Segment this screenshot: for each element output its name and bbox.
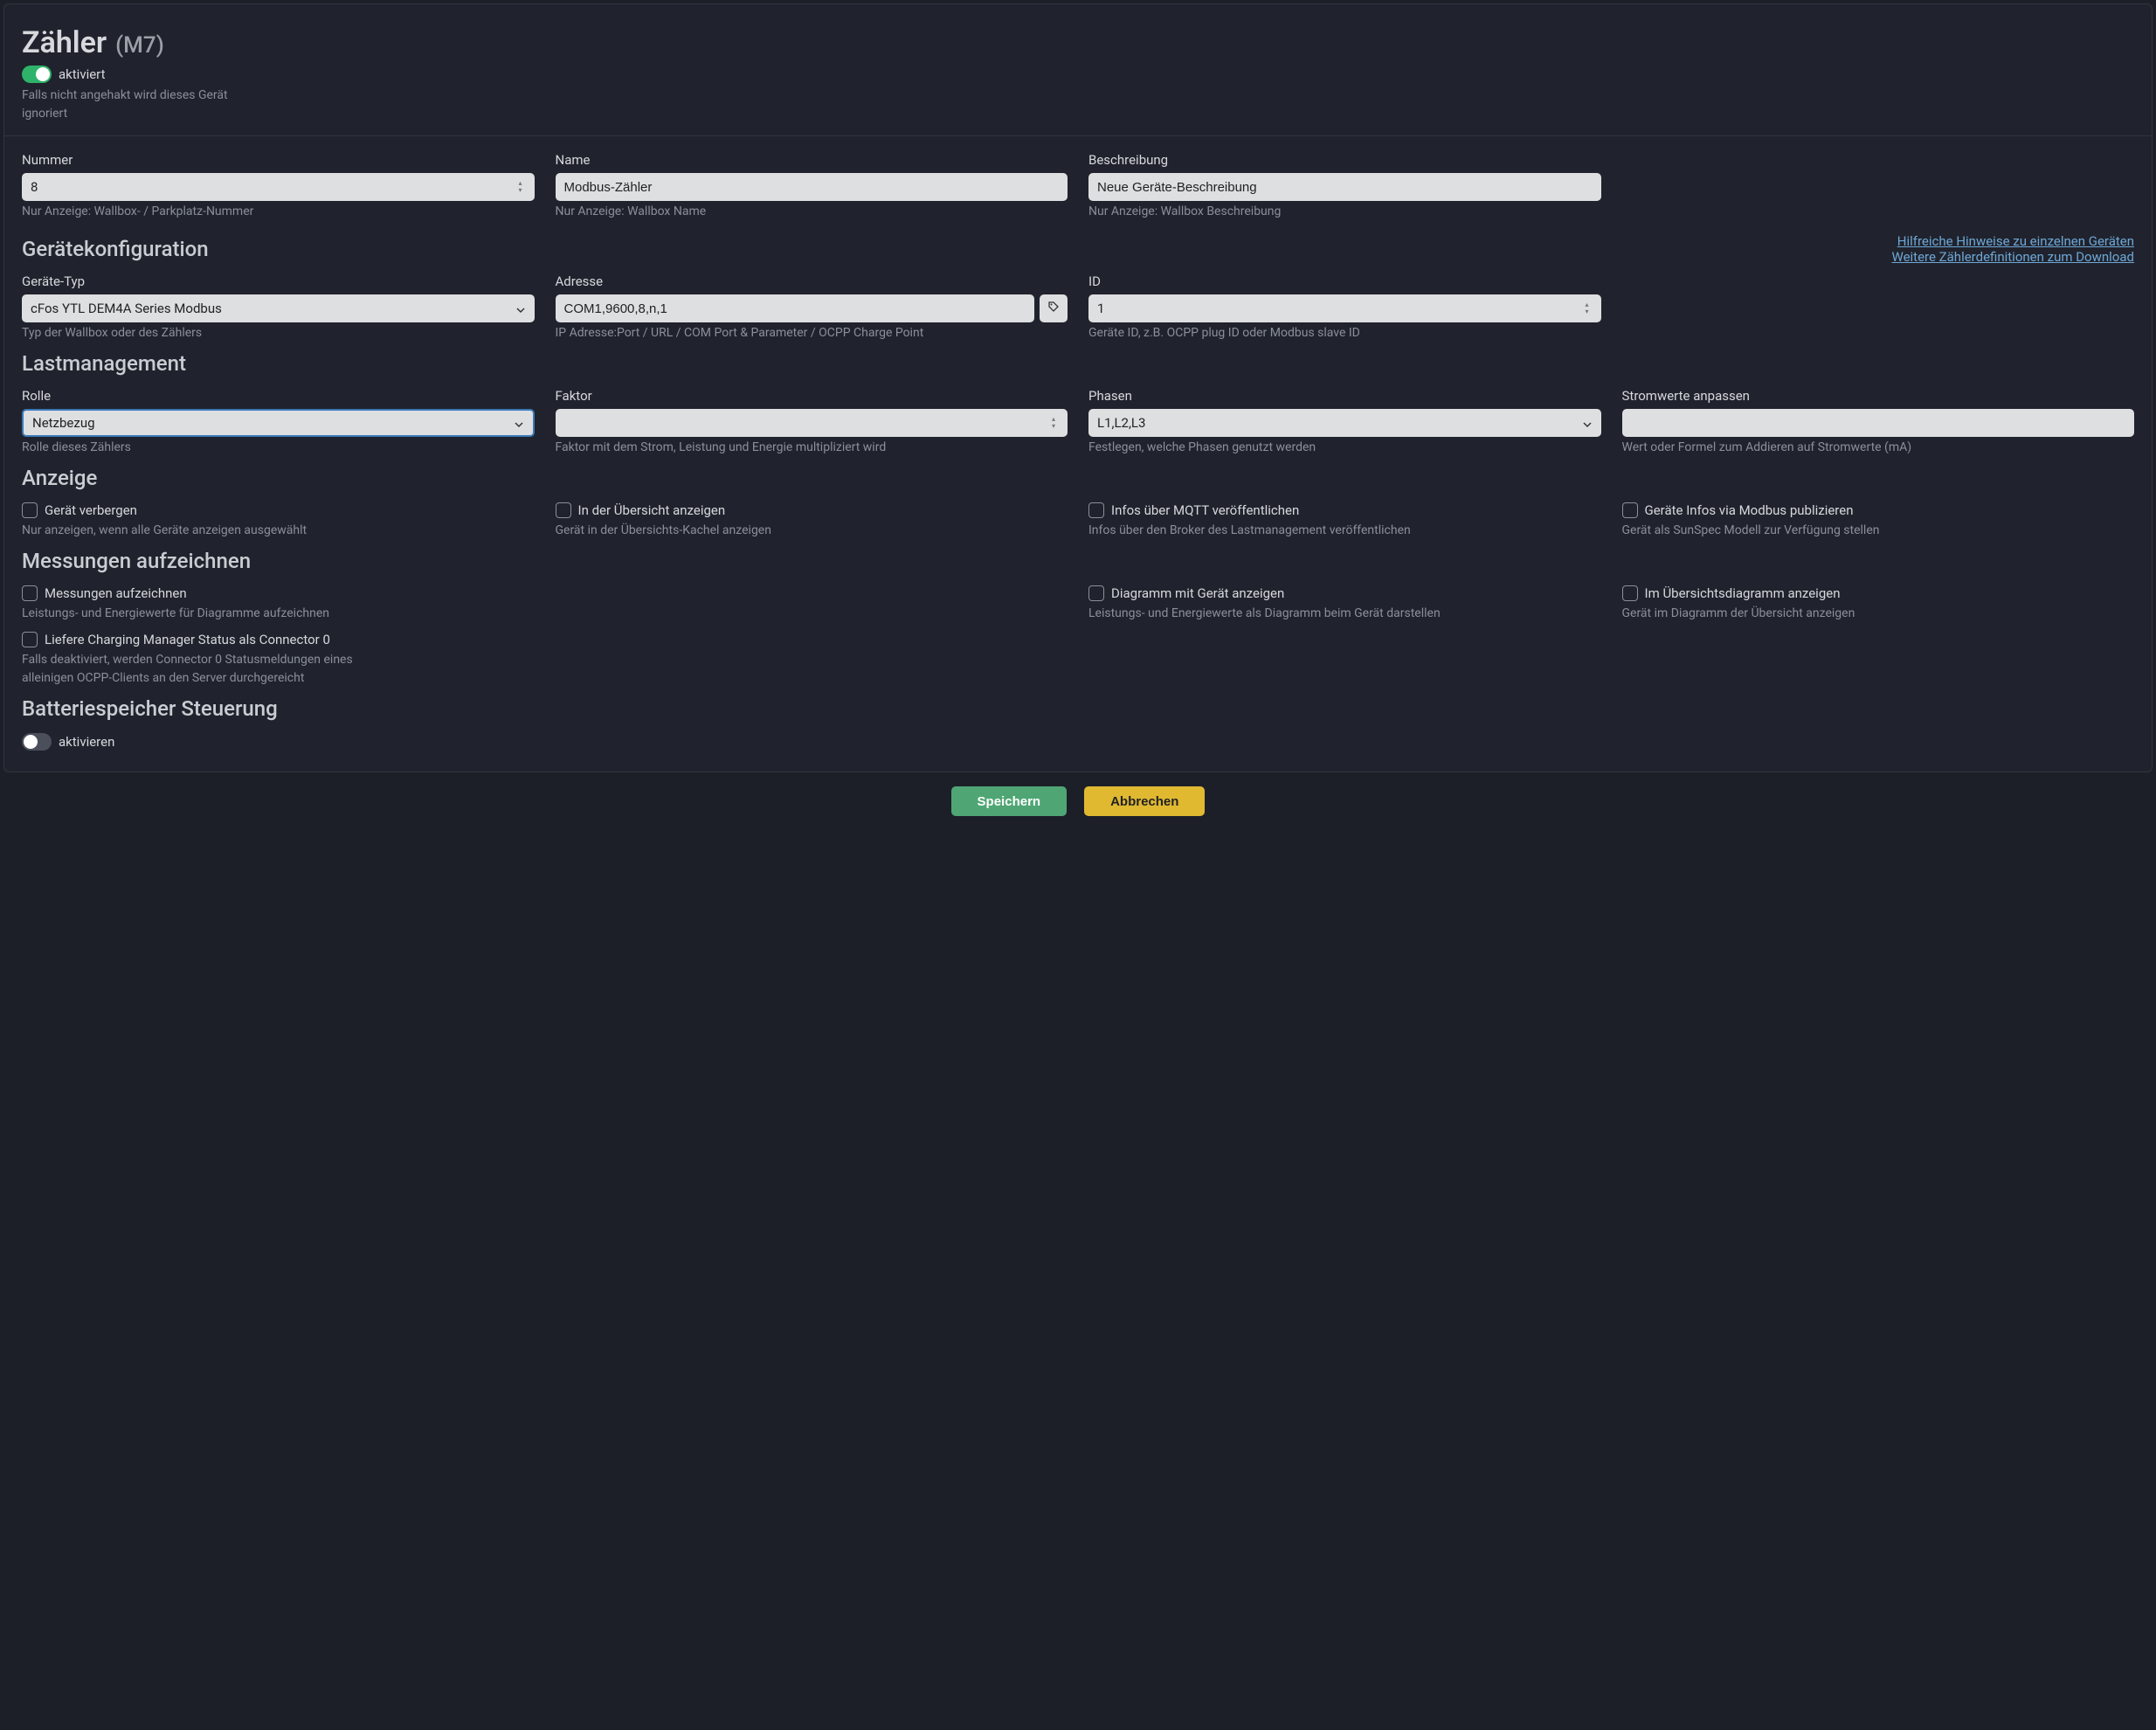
strom-help: Wert oder Formel zum Addieren auf Stromw… [1622, 439, 2135, 457]
mqtt-publish-label: Infos über MQTT veröffentlichen [1111, 502, 1299, 518]
panel-title-row: Zähler (M7) [22, 25, 2134, 60]
name-label: Name [556, 152, 1068, 168]
connector0-checkbox[interactable] [22, 632, 38, 647]
name-help: Nur Anzeige: Wallbox Name [556, 203, 1068, 221]
footer-actions: Speichern Abbrechen [0, 776, 2156, 834]
enabled-label: aktiviert [59, 66, 106, 82]
record-measurements-checkbox[interactable] [22, 585, 38, 601]
modbus-publish-checkbox[interactable] [1622, 502, 1638, 518]
phasen-select[interactable]: L1,L2,L3 [1088, 409, 1601, 437]
battery-enable-label: aktivieren [59, 734, 114, 750]
faktor-label: Faktor [556, 388, 1068, 404]
rolle-select[interactable]: Netzbezug [22, 409, 535, 437]
hide-device-checkbox[interactable] [22, 502, 38, 518]
phasen-help: Festlegen, welche Phasen genutzt werden [1088, 439, 1601, 457]
enabled-help: Falls nicht angehakt wird dieses Gerät i… [22, 86, 249, 123]
id-label: ID [1088, 273, 1601, 289]
adresse-input[interactable] [556, 294, 1035, 322]
beschreibung-input[interactable] [1088, 173, 1601, 201]
stepper-icon[interactable]: ▴▾ [1586, 301, 1594, 316]
battery-enable-toggle[interactable] [22, 733, 52, 751]
id-input[interactable]: 1 ▴▾ [1088, 294, 1601, 322]
beschreibung-label: Beschreibung [1088, 152, 1601, 168]
mqtt-publish-help: Infos über den Broker des Lastmanagement… [1088, 522, 1601, 540]
typ-help: Typ der Wallbox oder des Zählers [22, 324, 535, 343]
hide-device-label: Gerät verbergen [45, 502, 137, 518]
modbus-publish-help: Gerät als SunSpec Modell zur Verfügung s… [1622, 522, 2135, 540]
connector0-label: Liefere Charging Manager Status als Conn… [45, 632, 330, 647]
divider [4, 135, 2152, 136]
rolle-label: Rolle [22, 388, 535, 404]
faktor-input[interactable]: ▴▾ [556, 409, 1068, 437]
modbus-publish-label: Geräte Infos via Modbus publizieren [1645, 502, 1854, 518]
beschreibung-help: Nur Anzeige: Wallbox Beschreibung [1088, 203, 1601, 221]
show-diagram-help: Leistungs- und Energiewerte als Diagramm… [1088, 605, 1601, 623]
strom-label: Stromwerte anpassen [1622, 388, 2135, 404]
name-input[interactable] [556, 173, 1068, 201]
show-overview-diagram-help: Gerät im Diagramm der Übersicht anzeigen [1622, 605, 2135, 623]
show-overview-help: Gerät in der Übersichts-Kachel anzeigen [556, 522, 1068, 540]
chevron-down-icon [514, 418, 524, 428]
save-button[interactable]: Speichern [951, 786, 1068, 816]
chevron-down-icon [515, 303, 526, 314]
device-settings-panel: Zähler (M7) aktiviert Falls nicht angeha… [3, 3, 2153, 772]
nummer-help: Nur Anzeige: Wallbox- / Parkplatz-Nummer [22, 203, 535, 221]
strom-input[interactable] [1622, 409, 2135, 437]
adresse-help: IP Adresse:Port / URL / COM Port & Param… [556, 324, 1068, 343]
adresse-scan-button[interactable] [1040, 294, 1068, 322]
panel-subtitle: (M7) [115, 32, 164, 59]
show-overview-diagram-checkbox[interactable] [1622, 585, 1638, 601]
tag-icon [1047, 301, 1060, 316]
stepper-icon[interactable]: ▴▾ [1052, 415, 1061, 431]
enabled-toggle[interactable] [22, 66, 52, 83]
show-diagram-label: Diagramm mit Gerät anzeigen [1111, 585, 1284, 601]
show-overview-label: In der Übersicht anzeigen [578, 502, 726, 518]
show-overview-checkbox[interactable] [556, 502, 571, 518]
show-diagram-checkbox[interactable] [1088, 585, 1104, 601]
record-measurements-help: Leistungs- und Energiewerte für Diagramm… [22, 605, 535, 623]
link-meter-defs[interactable]: Weitere Zählerdefinitionen zum Download [1892, 249, 2135, 265]
config-heading: Gerätekonfiguration [22, 237, 209, 261]
nummer-label: Nummer [22, 152, 535, 168]
nummer-input[interactable]: 8 ▴▾ [22, 173, 535, 201]
link-device-hints[interactable]: Hilfreiche Hinweise zu einzelnen Geräten [1892, 233, 2135, 249]
battery-heading: Batteriespeicher Steuerung [22, 696, 2134, 721]
phasen-label: Phasen [1088, 388, 1601, 404]
faktor-help: Faktor mit dem Strom, Leistung und Energ… [556, 439, 1068, 457]
show-overview-diagram-label: Im Übersichtsdiagramm anzeigen [1645, 585, 1841, 601]
record-measurements-label: Messungen aufzeichnen [45, 585, 187, 601]
stepper-icon[interactable]: ▴▾ [519, 179, 528, 195]
anzeige-heading: Anzeige [22, 466, 2134, 490]
id-help: Geräte ID, z.B. OCPP plug ID oder Modbus… [1088, 324, 1601, 343]
chevron-down-icon [1582, 418, 1593, 428]
lastmgmt-heading: Lastmanagement [22, 351, 2134, 376]
cancel-button[interactable]: Abbrechen [1084, 786, 1205, 816]
typ-label: Geräte-Typ [22, 273, 535, 289]
adresse-label: Adresse [556, 273, 1068, 289]
hide-device-help: Nur anzeigen, wenn alle Geräte anzeigen … [22, 522, 535, 540]
typ-select[interactable]: cFos YTL DEM4A Series Modbus [22, 294, 535, 322]
mqtt-publish-checkbox[interactable] [1088, 502, 1104, 518]
messungen-heading: Messungen aufzeichnen [22, 549, 2134, 573]
panel-title: Zähler [22, 25, 107, 60]
rolle-help: Rolle dieses Zählers [22, 439, 535, 457]
connector0-help: Falls deaktiviert, werden Connector 0 St… [22, 651, 371, 688]
